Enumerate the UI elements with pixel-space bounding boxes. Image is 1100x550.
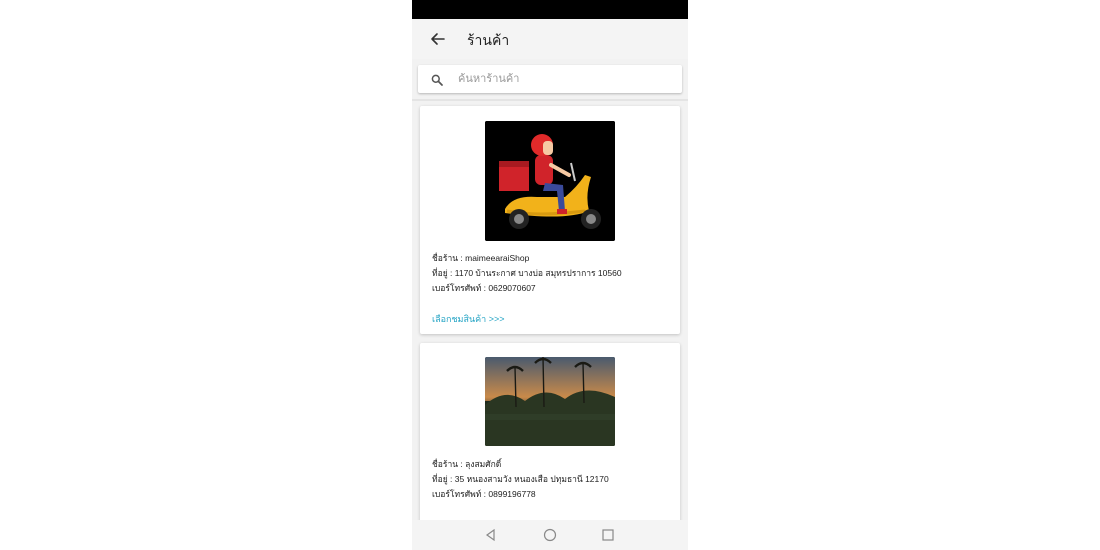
shop-info: ชื่อร้าน : ลุงสมศักดิ์ ที่อยู่ : 35 หนอง…	[432, 457, 609, 502]
shop-info: ชื่อร้าน : maimeearaiShop ที่อยู่ : 1170…	[432, 251, 622, 296]
nav-back-icon[interactable]	[484, 528, 498, 542]
search-bar[interactable]	[418, 65, 682, 93]
search-icon	[431, 73, 443, 86]
shop-address: ที่อยู่ : 1170 บ้านระกาศ บางบ่อ สมุทรปรา…	[432, 268, 622, 278]
shop-phone: เบอร์โทรศัพท์ : 0899196778	[432, 489, 536, 499]
page-title: ร้านค้า	[467, 32, 510, 48]
search-input[interactable]	[458, 69, 668, 89]
shop-image-delivery-scooter	[485, 121, 615, 241]
phone-screen: ร้านค้า ค้นหาร้านค้า ชื่อร้าน: maimeear…	[412, 0, 688, 550]
status-bar	[412, 0, 688, 19]
shop-name: ชื่อร้าน : ลุงสมศักดิ์	[432, 459, 502, 469]
nav-recents-icon[interactable]	[601, 528, 615, 542]
shop-image-palm-sunset	[485, 357, 615, 446]
shop-phone: เบอร์โทรศัพท์ : 0629070607	[432, 283, 536, 293]
arrow-back-icon[interactable]	[428, 29, 448, 49]
shop-address: ที่อยู่ : 35 หนองสามวัง หนองเสือ ปทุมธาน…	[432, 474, 609, 484]
shop-name: ชื่อร้าน : maimeearaiShop	[432, 253, 530, 263]
divider	[412, 99, 688, 101]
shop-card: ชื่อร้าน : maimeearaiShop ที่อยู่ : 1170…	[420, 106, 680, 334]
app-bar: ร้านค้า	[412, 19, 688, 59]
shop-card: ชื่อร้าน : ลุงสมศักดิ์ ที่อยู่ : 35 หนอง…	[420, 343, 680, 543]
system-nav-bar	[412, 520, 688, 550]
nav-home-icon[interactable]	[543, 528, 557, 542]
view-products-link[interactable]: เลือกชมสินค้า >>>	[432, 312, 504, 326]
